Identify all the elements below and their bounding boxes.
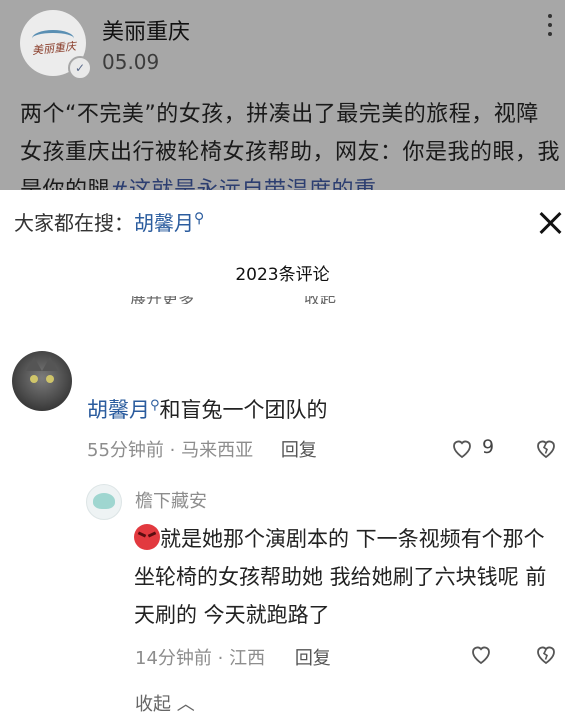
more-options-icon[interactable]	[548, 14, 554, 41]
comment-time-location: 55分钟前 · 马来西亚	[87, 440, 254, 461]
like-heart-icon[interactable]	[469, 642, 493, 666]
post-author[interactable]: 美丽重庆	[102, 14, 190, 46]
comment-count: 2023条评论	[235, 265, 330, 285]
like-count: 9	[482, 436, 495, 458]
collapse-link-clipped[interactable]: 收起	[304, 296, 336, 304]
dislike-broken-heart-icon[interactable]	[534, 436, 558, 460]
comment-keyword-link[interactable]: 胡馨月	[87, 398, 150, 422]
collapse-label: 收起	[135, 694, 171, 715]
collapse-replies-button[interactable]: 收起 ︿	[135, 690, 195, 716]
reply-time-location: 14分钟前 · 江西	[135, 648, 266, 669]
comments-sheet: 大家都在搜：胡馨月⚲ 2023条评论 展开更多收起 胡馨月⚲和盲兔一个团队的 5…	[0, 190, 565, 720]
search-icon[interactable]: ⚲	[194, 210, 204, 226]
dislike-broken-heart-icon[interactable]	[534, 642, 558, 666]
close-icon[interactable]	[538, 210, 564, 236]
post-background: 美丽重庆 ✓ 美丽重庆 05.09 两个“不完美”的女孩，拼凑出了最完美的旅程，…	[0, 0, 565, 190]
comment-text: 胡馨月⚲和盲兔一个团队的	[87, 394, 328, 424]
angry-emoji-icon	[134, 524, 160, 550]
trending-search-label: 大家都在搜：	[14, 211, 134, 235]
comment-body: 和盲兔一个团队的	[159, 398, 328, 422]
clipped-row: 展开更多 收起	[130, 296, 446, 304]
hashtag-link[interactable]: #这就是永远自带温度的重	[110, 178, 376, 190]
verified-icon: ✓	[68, 56, 92, 80]
post-body: 两个“不完美”的女孩，拼凑出了最完美的旅程，视障女孩重庆出行被轮椅女孩帮助，网友…	[20, 102, 561, 190]
post-date: 05.09	[102, 50, 160, 74]
reply-button[interactable]: 回复	[281, 440, 317, 461]
reply-body: 就是她那个演剧本的 下一条视频有个那个坐轮椅的女孩帮助她 我给她刷了六块钱呢 前…	[134, 527, 547, 627]
trending-search-keyword[interactable]: 胡馨月	[134, 211, 194, 235]
chevron-up-icon: ︿	[176, 694, 195, 715]
reply-meta: 14分钟前 · 江西 回复	[135, 644, 331, 670]
expand-more-link[interactable]: 展开更多	[130, 296, 194, 304]
trending-search: 大家都在搜：胡馨月⚲	[14, 207, 204, 236]
search-icon[interactable]: ⚲	[150, 398, 160, 413]
comment-meta: 55分钟前 · 马来西亚 回复	[87, 436, 317, 462]
like-heart-icon[interactable]	[450, 436, 474, 460]
replier-avatar[interactable]	[86, 484, 122, 520]
post-text: 两个“不完美”的女孩，拼凑出了最完美的旅程，视障女孩重庆出行被轮椅女孩帮助，网友…	[20, 96, 560, 190]
replier-name[interactable]: 檐下藏安	[135, 487, 207, 513]
reply-to-reply-button[interactable]: 回复	[295, 648, 331, 669]
reply-text: 就是她那个演剧本的 下一条视频有个那个坐轮椅的女孩帮助她 我给她刷了六块钱呢 前…	[134, 520, 559, 634]
commenter-avatar[interactable]	[12, 351, 72, 411]
